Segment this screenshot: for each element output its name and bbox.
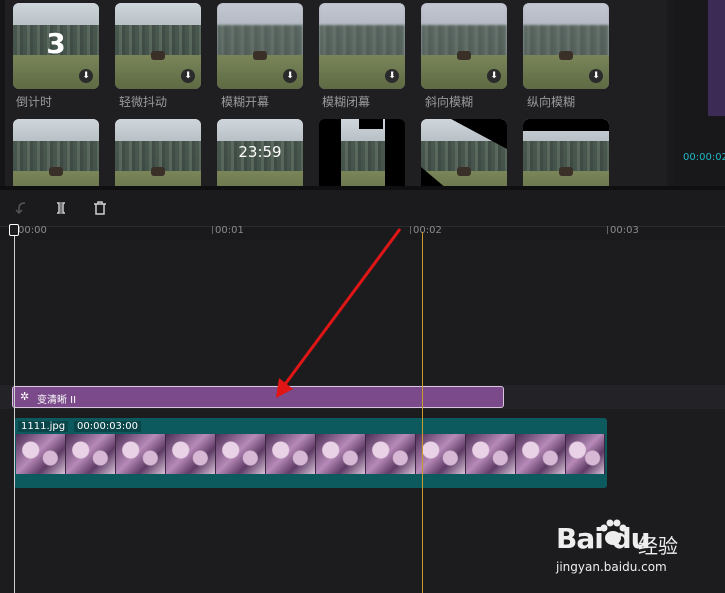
clip-duration: 00:00:03:00	[74, 421, 142, 432]
effect-tile-countdown[interactable]: 3 ⬇	[13, 3, 99, 89]
download-icon[interactable]: ⬇	[79, 69, 93, 83]
baidu-watermark: Bai du 经验 jingyan.baidu.com	[556, 518, 725, 593]
effect-clip[interactable]: ✲ 变清晰 II	[12, 386, 504, 408]
effects-panel: 3 ⬇ 倒计时 ⬇ 轻微抖动 ⬇ 模糊开幕 ⬇ 模糊闭幕 ⬇ 斜向模糊 ⬇ 纵向…	[0, 0, 667, 186]
ruler-label: 00:03	[610, 225, 639, 236]
effect-label-diagonal-blur: 斜向模糊	[425, 95, 474, 109]
panel-scroll-edge	[0, 0, 5, 186]
preview-image	[708, 0, 725, 116]
effect-tile-blur-close[interactable]: ⬇	[319, 3, 405, 89]
download-icon[interactable]: ⬇	[283, 69, 297, 83]
effect-tile-diagonal-wipe[interactable]	[421, 119, 507, 186]
effect-tile-diagonal-blur[interactable]: ⬇	[421, 3, 507, 89]
ruler-tick	[212, 226, 213, 234]
effect-tile-clock[interactable]: 23:59	[217, 119, 303, 186]
ruler-tick	[410, 226, 411, 234]
paw-icon	[600, 519, 627, 545]
effect-tile-vertical-blur[interactable]: ⬇	[523, 3, 609, 89]
time-ruler[interactable]: 00:00 00:01 00:02 00:03	[0, 225, 725, 240]
effect-label-slight-shake: 轻微抖动	[119, 95, 168, 109]
watermark-cn: 经验	[638, 534, 678, 558]
ruler-label: 00:02	[413, 225, 442, 236]
effect-label-blur-close: 模糊闭幕	[322, 95, 371, 109]
preview-panel: 00:00:02	[675, 0, 725, 186]
effect-clip-label: 变清晰 II	[37, 395, 77, 406]
preview-time: 00:00:02	[683, 152, 725, 163]
playhead-line[interactable]	[14, 232, 15, 593]
effect-tile[interactable]	[115, 119, 201, 186]
sparkle-icon: ✲	[20, 390, 30, 403]
effect-tile-slight-shake[interactable]: ⬇	[115, 3, 201, 89]
undo-icon[interactable]	[13, 199, 31, 217]
clip-thumbnails	[16, 434, 605, 474]
ruler-label: 00:01	[215, 225, 244, 236]
timeline-toolbar	[0, 190, 725, 227]
download-icon[interactable]: ⬇	[589, 69, 603, 83]
effect-label-blur-open: 模糊开幕	[221, 95, 270, 109]
ruler-tick	[607, 226, 608, 234]
effect-label-countdown: 倒计时	[16, 95, 53, 109]
effect-tile[interactable]	[13, 119, 99, 186]
time-marker-line	[422, 232, 423, 593]
clock-text: 23:59	[238, 143, 282, 161]
effect-tile-door-open[interactable]	[319, 119, 405, 186]
playhead-handle[interactable]	[9, 224, 19, 236]
split-icon[interactable]	[52, 199, 70, 217]
video-clip[interactable]: 1111.jpg 00:00:03:00	[14, 418, 607, 488]
ruler-label: 00:00	[18, 225, 47, 236]
clip-filename: 1111.jpg	[18, 421, 69, 432]
countdown-digit: 3	[46, 27, 66, 60]
wipe-mask	[421, 119, 507, 186]
effect-label-vertical-blur: 纵向模糊	[527, 95, 576, 109]
watermark-url: jingyan.baidu.com	[556, 560, 667, 574]
effect-tile-blur-open[interactable]: ⬇	[217, 3, 303, 89]
trash-icon[interactable]	[91, 199, 109, 217]
download-icon[interactable]: ⬇	[385, 69, 399, 83]
effect-tile-bar[interactable]	[523, 119, 609, 186]
download-icon[interactable]: ⬇	[181, 69, 195, 83]
download-icon[interactable]: ⬇	[487, 69, 501, 83]
